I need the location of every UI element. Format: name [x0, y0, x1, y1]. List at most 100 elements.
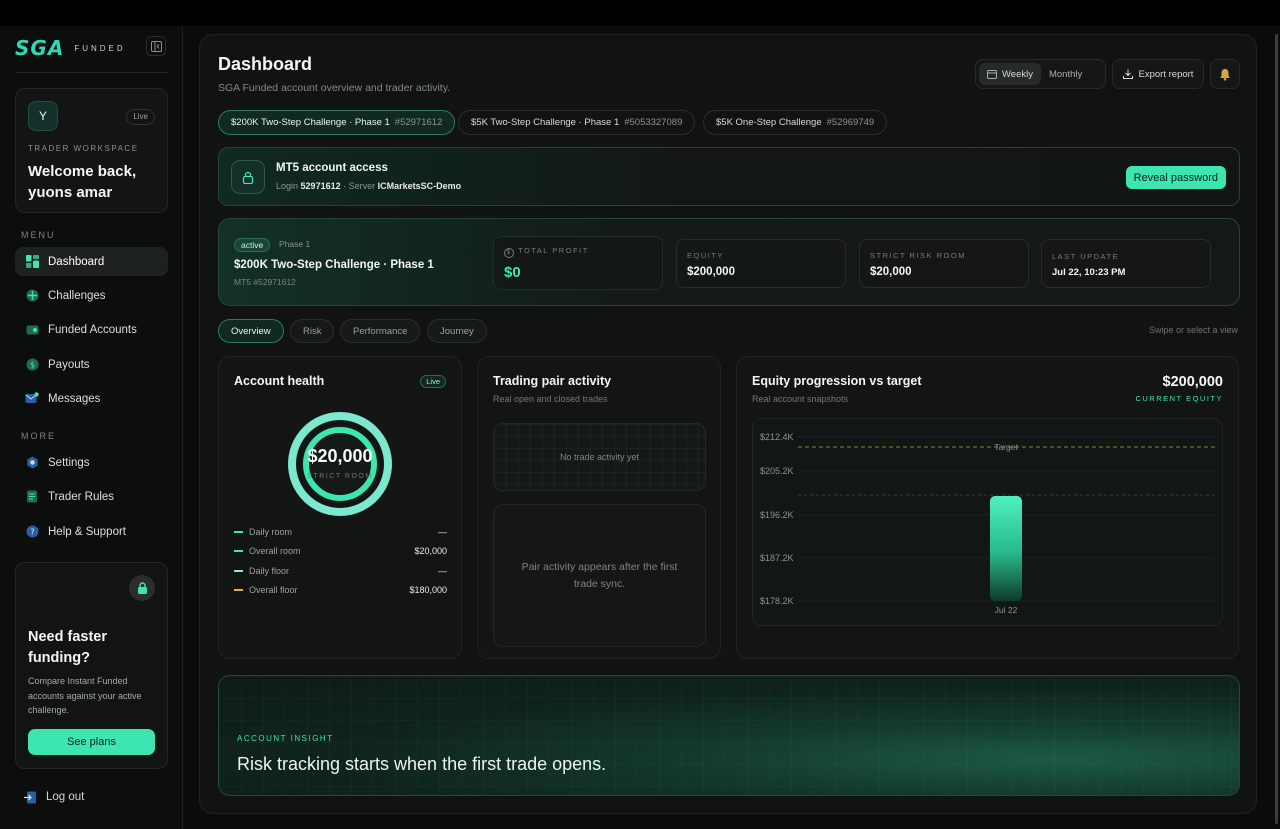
export-report-button[interactable]: Export report: [1112, 59, 1204, 89]
sidebar-item-help-support[interactable]: ? Help & Support: [15, 517, 168, 546]
live-status-badge: Live: [126, 109, 155, 125]
main-panel: Dashboard SGA Funded account overview an…: [199, 34, 1257, 814]
sidebar-item-dashboard[interactable]: Dashboard: [15, 247, 168, 276]
logout-label: Log out: [46, 791, 85, 803]
avatar[interactable]: Y: [28, 101, 58, 131]
help-icon: ?: [25, 525, 39, 539]
messages-icon: [25, 392, 39, 406]
row-value: —: [438, 527, 447, 537]
tab-overview[interactable]: Overview: [218, 319, 284, 343]
mt5-credentials: Login 52971612 · Server ICMarketsSC-Demo: [276, 181, 461, 191]
challenges-icon: [25, 289, 39, 303]
weekly-toggle-button[interactable]: Weekly: [979, 63, 1041, 85]
sidebar-item-trader-rules[interactable]: Trader Rules: [15, 482, 168, 511]
logout-button[interactable]: Log out: [23, 790, 84, 804]
see-plans-button[interactable]: See plans: [28, 729, 155, 755]
health-row: Daily room —: [234, 524, 447, 540]
account-tab-id: #52969749: [826, 117, 875, 128]
gauge-value: $20,000: [307, 446, 373, 466]
sidebar-item-label: Trader Rules: [48, 490, 115, 503]
welcome-card: Y Live TRADER WORKSPACE Welcome back, yu…: [15, 88, 168, 213]
settings-icon: [25, 456, 39, 470]
reveal-password-button[interactable]: Reveal password: [1125, 166, 1226, 189]
challenge-account-id: MT5 #52971612: [234, 277, 296, 287]
y-tick-label: $196.2K: [760, 510, 794, 520]
funded-accounts-icon: [25, 323, 39, 337]
panel-title: Trading pair activity: [493, 374, 612, 388]
brand-logo[interactable]: SGA FUNDED: [15, 36, 126, 60]
export-label: Export report: [1138, 68, 1194, 80]
empty-state: No trade activity yet: [493, 423, 706, 491]
equity-chart-svg: $212.4K $205.2K $196.2K $187.2K $178.2K Targe…: [760, 432, 1215, 615]
collapse-sidebar-button[interactable]: [146, 36, 166, 56]
stat-label-text: TOTAL PROFIT: [518, 246, 589, 255]
insight-text: Risk tracking starts when the first trad…: [237, 754, 607, 774]
row-value: $180,000: [409, 585, 447, 595]
gauge-label: STRICT ROOM: [307, 473, 373, 480]
mt5-access-card: MT5 account access Login 52971612 · Serv…: [218, 147, 1240, 206]
y-tick-label: $205.2K: [760, 466, 794, 476]
sidebar-item-challenges[interactable]: Challenges: [15, 281, 168, 310]
sidebar-item-funded-accounts[interactable]: Funded Accounts: [15, 315, 168, 344]
equity-bar: [990, 496, 1022, 601]
health-row: Daily floor —: [234, 563, 447, 579]
notifications-button[interactable]: [1210, 59, 1240, 89]
account-tab[interactable]: $200K Two-Step Challenge · Phase 1 #5297…: [218, 110, 456, 135]
stat-label: $ TOTAL PROFIT: [504, 246, 589, 258]
y-tick-label: $178.2K: [760, 596, 794, 606]
legend-swatch: [234, 531, 243, 533]
account-tab[interactable]: $5K Two-Step Challenge · Phase 1 #505332…: [458, 110, 696, 135]
payouts-icon: $: [25, 358, 39, 372]
lock-icon: [231, 160, 265, 194]
challenge-summary-card: active Phase 1 $200K Two-Step Challenge …: [218, 218, 1240, 306]
legend-swatch: [234, 589, 243, 591]
panel-subtitle: Real open and closed trades: [493, 394, 608, 404]
stat-last-update: LAST UPDATE Jul 22, 10:23 PM: [1041, 239, 1211, 288]
stat-value: Jul 22, 10:23 PM: [1052, 267, 1126, 278]
insight-label: ACCOUNT INSIGHT: [237, 734, 334, 743]
tab-performance[interactable]: Performance: [340, 319, 421, 343]
account-tab-name: $200K Two-Step Challenge · Phase 1: [231, 117, 390, 128]
account-tab-id: #52971612: [394, 117, 443, 128]
y-tick-label: $212.4K: [760, 432, 794, 442]
dashboard-icon: [25, 255, 39, 269]
promo-title: Need faster funding?: [28, 629, 107, 666]
sidebar-item-label: Help & Support: [48, 525, 126, 538]
legend-swatch: [234, 570, 243, 572]
stat-strict-risk-room: STRICT RISK ROOM $20,000: [859, 239, 1029, 288]
sidebar-item-label: Dashboard: [48, 255, 105, 268]
dollar-icon: $: [504, 248, 514, 258]
menu-section-label: MENU: [21, 230, 56, 240]
stat-total-profit: $ TOTAL PROFIT $0: [493, 236, 663, 290]
stat-label: STRICT RISK ROOM: [870, 251, 966, 260]
page-title: Dashboard: [218, 54, 313, 74]
equity-chart: $212.4K $205.2K $196.2K $187.2K $178.2K Targe…: [752, 418, 1223, 626]
health-row: Overall floor $180,000: [234, 582, 447, 598]
insight-grid-pattern: [219, 676, 1239, 795]
monthly-toggle-button[interactable]: Monthly: [1041, 63, 1090, 85]
svg-text:$: $: [29, 361, 34, 370]
window-top-bar: [0, 0, 1280, 26]
tab-risk[interactable]: Risk: [290, 319, 335, 343]
x-tick-label: Jul 22: [995, 605, 1018, 615]
strict-room-gauge: $20,000 STRICT ROOM: [286, 410, 394, 518]
sidebar-item-payouts[interactable]: $ Payouts: [15, 350, 168, 379]
login-label: Login: [276, 181, 299, 191]
panel-title: Equity progression vs target: [752, 374, 922, 388]
account-tab[interactable]: $5K One-Step Challenge #52969749: [703, 110, 888, 135]
status-badge: active: [234, 238, 271, 252]
page-scrollbar[interactable]: [1275, 34, 1278, 824]
row-value: $20,000: [414, 546, 447, 556]
welcome-message: Welcome back, yuons amar: [28, 163, 137, 201]
monthly-label: Monthly: [1048, 68, 1083, 80]
sidebar: SGA FUNDED Y Live TRADER WORKSPACE Welco…: [0, 26, 183, 829]
sidebar-item-settings[interactable]: Settings: [15, 448, 168, 477]
stat-equity: EQUITY $200,000: [676, 239, 846, 288]
account-health-panel: Account health Live $20,000 STRICT ROOM …: [218, 356, 462, 659]
row-label: Overall room: [249, 546, 301, 556]
logo-mark: SGA: [15, 36, 65, 60]
sidebar-item-messages[interactable]: Messages: [15, 384, 168, 413]
legend-swatch: [234, 550, 243, 552]
tab-journey[interactable]: Journey: [427, 319, 487, 343]
row-label: Daily floor: [249, 566, 290, 576]
